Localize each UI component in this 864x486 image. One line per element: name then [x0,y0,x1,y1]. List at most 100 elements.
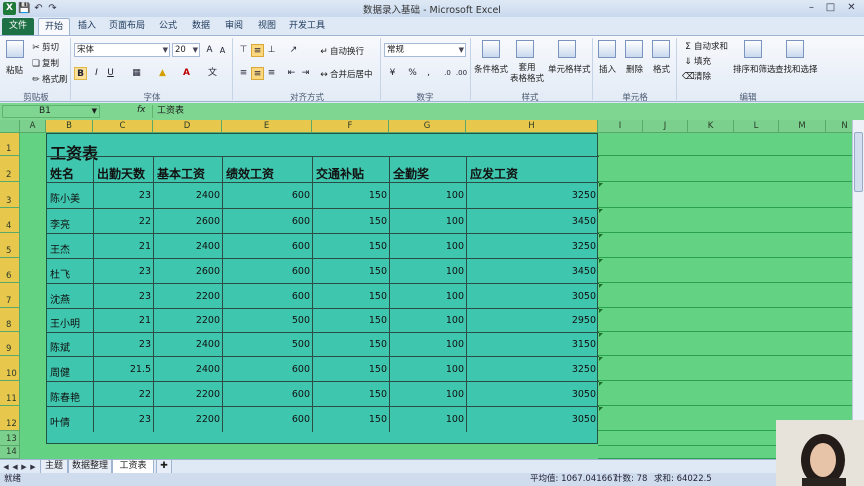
value-cell[interactable]: 2200 [154,414,223,425]
row-header-14[interactable]: 14 [0,446,20,459]
name-box[interactable]: B1 ▼ [2,105,100,118]
employee-name-cell[interactable]: 王杰 [50,241,94,256]
column-header-k[interactable]: K [688,120,734,133]
clear-button[interactable]: ⌫清除 [682,70,711,83]
value-cell[interactable]: 21 [94,315,154,326]
value-cell[interactable]: 600 [223,291,313,302]
prev-sheet-icon[interactable]: ◀ [11,461,19,473]
value-cell[interactable]: 3150 [467,339,599,350]
value-cell[interactable]: 3250 [467,190,599,201]
align-middle-icon[interactable]: ≡ [251,44,264,57]
value-cell[interactable]: 600 [223,389,313,400]
row-header-13[interactable]: 13 [0,431,20,446]
column-header-j[interactable]: J [643,120,688,133]
value-cell[interactable]: 3250 [467,241,599,252]
wrap-text-button[interactable]: ↵ 自动换行 [318,45,364,58]
delete-cells-button[interactable]: 删除 [626,63,643,75]
italic-button[interactable]: I [90,67,103,80]
row-header-9[interactable]: 9 [0,332,20,356]
column-header-h[interactable]: H [466,120,598,133]
column-header-f[interactable]: F [312,120,389,133]
value-cell[interactable]: 600 [223,266,313,277]
cell-styles-button[interactable]: 单元格样式 [548,63,591,75]
value-cell[interactable]: 22 [94,389,154,400]
find-select-button[interactable]: 查找和选择 [775,63,818,75]
vertical-scrollbar[interactable] [852,120,864,459]
font-color-icon[interactable]: A [180,67,193,80]
conditional-format-icon[interactable] [482,40,500,58]
value-cell[interactable]: 150 [313,339,390,350]
value-cell[interactable]: 3450 [467,216,599,227]
column-header-cell[interactable]: 基本工资 [157,165,205,182]
close-icon[interactable]: ✕ [843,1,860,15]
tab-view[interactable]: 视图 [254,18,280,35]
column-header-cell[interactable]: 应发工资 [470,165,518,182]
value-cell[interactable]: 150 [313,266,390,277]
employee-name-cell[interactable]: 陈春艳 [50,389,94,404]
value-cell[interactable]: 23 [94,291,154,302]
insert-cells-button[interactable]: 插入 [599,63,616,75]
value-cell[interactable]: 23 [94,339,154,350]
value-cell[interactable]: 22 [94,216,154,227]
scroll-thumb[interactable] [854,132,863,192]
employee-name-cell[interactable]: 陈小美 [50,190,94,205]
find-select-icon[interactable] [786,40,804,58]
cell-styles-icon[interactable] [558,40,576,58]
underline-button[interactable]: U [104,67,117,80]
increase-indent-icon[interactable]: ⇥ [299,67,312,80]
sort-filter-icon[interactable] [744,40,762,58]
value-cell[interactable]: 23 [94,414,154,425]
next-sheet-icon[interactable]: ▶ [20,461,28,473]
column-header-cell[interactable]: 交通补贴 [316,165,364,182]
row-header-10[interactable]: 10 [0,356,20,381]
employee-name-cell[interactable]: 叶倩 [50,414,94,429]
align-center-icon[interactable]: ≡ [251,67,264,80]
minimize-icon[interactable]: – [803,1,820,15]
increase-decimal-icon[interactable]: .0 [441,67,454,80]
tab-file[interactable]: 文件 [2,18,34,35]
value-cell[interactable]: 21.5 [94,364,154,375]
column-header-b[interactable]: B [46,120,93,133]
value-cell[interactable]: 2200 [154,291,223,302]
value-cell[interactable]: 600 [223,364,313,375]
value-cell[interactable]: 100 [390,364,467,375]
value-cell[interactable]: 3250 [467,364,599,375]
column-header-e[interactable]: E [222,120,312,133]
value-cell[interactable]: 2400 [154,364,223,375]
value-cell[interactable]: 100 [390,389,467,400]
tab-insert[interactable]: 插入 [74,18,100,35]
format-as-table-button[interactable]: 套用 表格格式 [510,63,544,85]
value-cell[interactable]: 500 [223,339,313,350]
salary-table[interactable]: 工资表 姓名 出勤天数 基本工资 绩效工资 交通补贴 全勤奖 应发工资 陈小美 23 2400 60… [46,133,603,444]
value-cell[interactable]: 3450 [467,266,599,277]
orientation-icon[interactable]: ↗ [287,44,300,57]
merge-center-button[interactable]: ↔ 合并后居中 [318,68,372,81]
sort-filter-button[interactable]: 排序和筛选 [733,63,776,75]
new-sheet-icon[interactable]: ✚ [156,460,172,474]
phonetic-icon[interactable]: 文 [206,67,219,80]
value-cell[interactable]: 600 [223,216,313,227]
align-top-icon[interactable]: ⊤ [237,44,250,57]
insert-cells-icon[interactable] [598,40,616,58]
fill-color-icon[interactable]: ▲ [156,67,169,80]
tab-page-layout[interactable]: 页面布局 [106,18,148,35]
value-cell[interactable]: 2200 [154,389,223,400]
tab-home[interactable]: 开始 [38,18,70,35]
last-sheet-icon[interactable]: ▶ [29,461,37,473]
row-header-4[interactable]: 4 [0,208,20,233]
value-cell[interactable]: 150 [313,190,390,201]
value-cell[interactable]: 2600 [154,266,223,277]
paste-button[interactable]: 粘贴 [6,64,23,76]
sheet-tab-theme[interactable]: 主题 [40,460,68,474]
employee-name-cell[interactable]: 杜飞 [50,266,94,281]
worksheet-grid[interactable]: ABCDEFGHIJKLMN 1 2 3 4 5 6 7 8 9 10 11 12 13 14 工资表 姓… [0,120,864,459]
column-header-a[interactable]: A [20,120,46,133]
align-bottom-icon[interactable]: ⊥ [265,44,278,57]
value-cell[interactable]: 2200 [154,315,223,326]
value-cell[interactable]: 100 [390,241,467,252]
column-header-g[interactable]: G [389,120,466,133]
column-header-m[interactable]: M [779,120,826,133]
bold-button[interactable]: B [74,67,87,80]
row-header-12[interactable]: 12 [0,406,20,431]
value-cell[interactable]: 2600 [154,216,223,227]
